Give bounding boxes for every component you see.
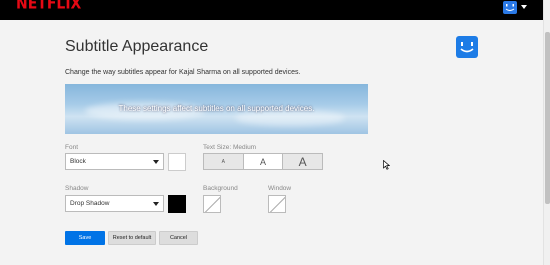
- text-size-large-button[interactable]: A: [283, 154, 322, 169]
- cancel-button[interactable]: Cancel: [159, 231, 198, 245]
- profile-avatar-icon: [456, 36, 478, 58]
- page-scrollbar[interactable]: [543, 0, 550, 265]
- save-button[interactable]: Save: [65, 231, 105, 245]
- window-label: Window: [268, 185, 292, 192]
- netflix-logo[interactable]: NETFLIX: [16, 0, 81, 13]
- text-size-label: Text Size: Medium: [203, 144, 257, 151]
- chevron-down-icon: [153, 202, 159, 206]
- shadow-color-swatch[interactable]: [168, 195, 186, 213]
- font-select-value: Block: [70, 158, 86, 165]
- font-label: Font: [65, 144, 79, 151]
- reset-to-default-button[interactable]: Reset to default: [108, 231, 156, 245]
- caret-down-icon[interactable]: [521, 5, 527, 9]
- shadow-select-value: Drop Shadow: [70, 200, 110, 207]
- chevron-down-icon: [153, 160, 159, 164]
- preview-subtitle-text: These settings affect subtitles on all s…: [118, 104, 315, 113]
- text-size-selector: A A A: [203, 153, 323, 170]
- subtitle-preview: These settings affect subtitles on all s…: [65, 84, 368, 134]
- shadow-select[interactable]: Drop Shadow: [65, 195, 164, 212]
- smiley-avatar-icon: [505, 4, 515, 11]
- background-color-swatch[interactable]: [203, 195, 221, 213]
- font-select[interactable]: Block: [65, 153, 164, 170]
- window-color-swatch[interactable]: [268, 195, 286, 213]
- top-navigation-bar: NETFLIX: [0, 0, 543, 20]
- shadow-label: Shadow: [65, 185, 89, 192]
- page-title: Subtitle Appearance: [65, 38, 209, 55]
- scrollbar-thumb[interactable]: [545, 32, 550, 204]
- text-size-medium-button[interactable]: A: [243, 154, 284, 169]
- text-size-small-button[interactable]: A: [204, 154, 244, 169]
- page-description: Change the way subtitles appear for Kaja…: [65, 69, 301, 76]
- font-color-swatch[interactable]: [168, 153, 186, 171]
- smiley-avatar-icon: [460, 42, 474, 53]
- mouse-cursor-icon: [383, 160, 390, 170]
- profile-avatar-icon[interactable]: [503, 1, 517, 14]
- background-label: Background: [203, 185, 238, 192]
